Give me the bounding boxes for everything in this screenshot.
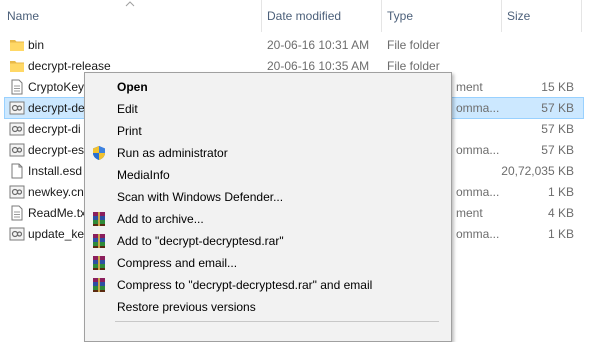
menu-item-label: Edit [117,102,138,116]
file-size: 20,72,035 KB [501,164,574,178]
folder-icon [10,61,24,72]
winrar-icon [93,234,105,248]
file-type: omma... [456,101,500,115]
menu-item-open[interactable]: Open [85,76,451,98]
file-type: omma... [456,185,500,199]
file-size: 57 KB [541,122,574,136]
menu-item-scan-windows-defender[interactable]: Scan with Windows Defender... [85,186,451,208]
script-icon [9,122,25,136]
folder-icon [10,40,24,51]
menu-item-add-to-archive[interactable]: Add to archive... [85,208,451,230]
file-name: decrypt-de [28,101,85,115]
file-date: 20-06-16 10:31 AM [267,38,370,52]
menu-item-restore-previous-versions[interactable]: Restore previous versions [85,296,451,318]
document-icon [11,79,23,95]
menu-item-label: Scan with Windows Defender... [117,190,284,204]
file-name: decrypt-es [28,143,85,157]
file-type: omma... [456,143,500,157]
menu-item-label: Restore previous versions [117,300,256,314]
context-menu: Open Edit Print Run as administrator Med… [84,72,452,342]
menu-item-add-to-rar[interactable]: Add to "decrypt-decryptesd.rar" [85,230,451,252]
menu-item-label: Run as administrator [117,146,228,160]
file-name: CryptoKey [28,80,85,94]
menu-item-compress-and-email[interactable]: Compress and email... [85,252,451,274]
menu-item-label: Add to "decrypt-decryptesd.rar" [117,234,284,248]
menu-item-label: Open [117,80,148,94]
file-size: 4 KB [547,206,574,220]
script-icon [9,143,25,157]
file-name: ReadMe.tx [28,206,87,220]
file-size: 1 KB [547,185,574,199]
script-icon [9,101,25,115]
file-type: File folder [387,38,440,52]
menu-item-mediainfo[interactable]: MediaInfo [85,164,451,186]
menu-item-edit[interactable]: Edit [85,98,451,120]
column-header: Name Date modified Type Size [0,0,607,32]
menu-item-run-as-administrator[interactable]: Run as administrator [85,142,451,164]
menu-item-label: Print [117,124,142,138]
file-name: update_ke [28,227,85,241]
file-type: ment [456,206,483,220]
menu-separator [115,321,439,322]
menu-item-label: Compress and email... [117,256,238,270]
file-name: bin [28,38,45,52]
winrar-icon [93,256,105,270]
file-size: 15 KB [541,80,574,94]
file-name: decrypt-di [28,122,81,136]
document-icon [11,205,23,221]
file-type: ment [456,80,483,94]
menu-item-label: Compress to "decrypt-decryptesd.rar" and… [117,278,373,292]
file-type: omma... [456,227,500,241]
menu-item-label: Add to archive... [117,212,204,226]
file-size: 57 KB [541,101,574,115]
file-name: newkey.cn [28,185,84,199]
file-icon [11,163,23,179]
column-date-header[interactable]: Date modified [262,0,380,32]
column-name-header[interactable]: Name [2,0,262,32]
column-divider[interactable] [581,0,582,32]
column-size-header[interactable]: Size [502,0,582,32]
menu-item-label: MediaInfo [117,168,170,182]
script-icon [9,227,25,241]
winrar-icon [93,278,105,292]
file-name: Install.esd [28,164,83,178]
winrar-icon [93,212,105,226]
file-size: 1 KB [547,227,574,241]
menu-item-print[interactable]: Print [85,120,451,142]
file-size: 57 KB [541,143,574,157]
menu-item-compress-to-rar-and-email[interactable]: Compress to "decrypt-decryptesd.rar" and… [85,274,451,296]
script-icon [9,185,25,199]
column-type-header[interactable]: Type [382,0,500,32]
uac-shield-icon [93,146,105,160]
file-row[interactable]: bin 20-06-16 10:31 AM File folder [4,34,584,56]
